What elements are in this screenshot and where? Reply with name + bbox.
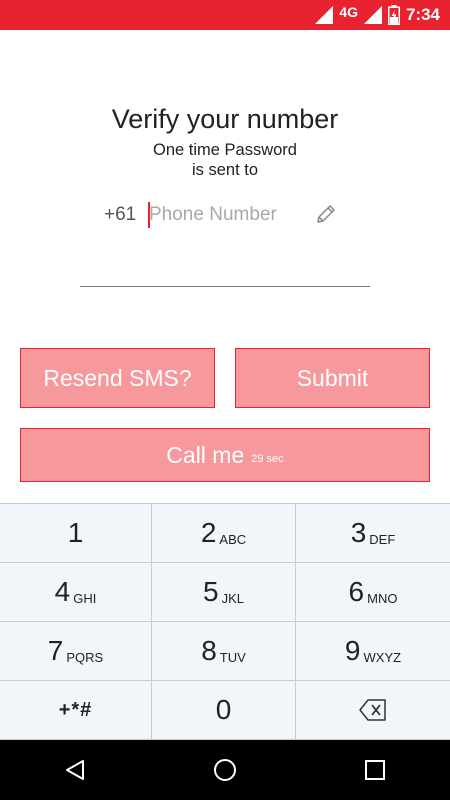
- submit-button[interactable]: Submit: [235, 348, 430, 408]
- key-2[interactable]: 2 ABC: [152, 504, 295, 562]
- resend-sms-label: Resend SMS?: [43, 364, 192, 391]
- key-5[interactable]: 5 JKL: [152, 563, 295, 621]
- status-icons: 4G 7:34: [315, 0, 440, 30]
- key-0[interactable]: 0: [152, 681, 295, 739]
- back-icon: [66, 760, 84, 780]
- key-6[interactable]: 6 MNO: [296, 563, 450, 621]
- key-backspace[interactable]: [296, 681, 450, 739]
- phone-number-input[interactable]: [149, 201, 299, 229]
- key-letters: TUV: [219, 649, 246, 665]
- subtitle-line-1: One time Password: [153, 141, 297, 159]
- key-digit: 6: [348, 576, 365, 607]
- subtitle-line-2: is sent to: [191, 161, 259, 179]
- key-digit: 8: [201, 635, 217, 666]
- pencil-icon[interactable]: [314, 202, 338, 226]
- key-digit: 3: [350, 517, 367, 548]
- key-1[interactable]: 1: [0, 504, 151, 562]
- key-digit: 9: [344, 635, 361, 666]
- key-digit: 0: [215, 694, 232, 725]
- home-button[interactable]: [210, 755, 240, 785]
- call-me-label: Call me: [166, 441, 245, 468]
- battery-charging-icon: [387, 5, 400, 25]
- key-symbols[interactable]: +*#: [0, 681, 151, 739]
- subtitle: One time Password is sent to: [0, 140, 450, 180]
- submit-label: Submit: [296, 364, 369, 391]
- key-letters: DEF: [369, 531, 396, 547]
- country-code[interactable]: +61: [104, 204, 136, 226]
- signal-icon: [315, 6, 334, 24]
- navigation-bar: [0, 740, 450, 800]
- key-3[interactable]: 3 DEF: [296, 504, 450, 562]
- home-icon: [214, 759, 236, 781]
- call-timer: 29 sec: [251, 453, 284, 465]
- key-letters: MNO: [367, 590, 398, 606]
- resend-sms-button[interactable]: Resend SMS?: [20, 348, 215, 408]
- key-digit: 7: [47, 635, 64, 666]
- signal-icon: [363, 6, 382, 24]
- key-7[interactable]: 7 PQRS: [0, 622, 151, 680]
- key-letters: JKL: [221, 590, 244, 606]
- key-digit: 5: [203, 576, 219, 607]
- recents-icon: [365, 760, 385, 780]
- key-8[interactable]: 8 TUV: [152, 622, 295, 680]
- numeric-keypad: 1 2 ABC 3 DEF 4 GHI 5 JKL 6 MNO 7 PQRS 8…: [0, 503, 450, 740]
- status-bar: 4G 7:34: [0, 0, 450, 30]
- key-digit: 4: [54, 576, 71, 607]
- clock: 7:34: [405, 5, 440, 24]
- key-letters: WXYZ: [363, 649, 402, 665]
- key-letters: GHI: [73, 590, 97, 606]
- backspace-icon: [359, 699, 386, 721]
- input-underline: [80, 286, 370, 287]
- page-title: Verify your number: [111, 104, 339, 134]
- key-9[interactable]: 9 WXYZ: [296, 622, 450, 680]
- key-digit: 1: [67, 517, 84, 548]
- key-symbols-label: +*#: [58, 698, 93, 721]
- call-me-button[interactable]: Call me 29 sec: [20, 428, 430, 482]
- recents-button[interactable]: [360, 755, 390, 785]
- key-letters: ABC: [219, 531, 247, 547]
- key-digit: 2: [200, 517, 217, 548]
- back-button[interactable]: [60, 755, 90, 785]
- network-type: 4G: [339, 4, 358, 20]
- key-letters: PQRS: [66, 649, 104, 665]
- key-4[interactable]: 4 GHI: [0, 563, 151, 621]
